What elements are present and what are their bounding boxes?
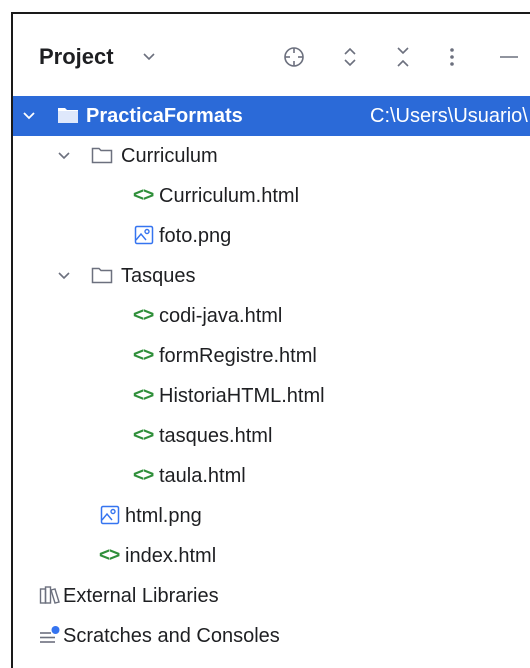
expand-collapse-icon[interactable] bbox=[340, 45, 360, 69]
html-file-icon: <> bbox=[133, 305, 154, 326]
project-header: Project bbox=[13, 14, 530, 96]
chevron-down-icon[interactable] bbox=[142, 52, 156, 62]
library-icon bbox=[39, 586, 60, 604]
tree-item-html-png[interactable]: html.png bbox=[13, 496, 530, 536]
module-folder-icon bbox=[58, 108, 78, 123]
tree-item-taula-html[interactable]: <> taula.html bbox=[13, 456, 530, 496]
tree-item-label: index.html bbox=[125, 545, 217, 567]
tree-item-curriculum-html[interactable]: <> Curriculum.html bbox=[13, 176, 530, 216]
tree-item-curriculum-folder[interactable]: Curriculum bbox=[13, 136, 530, 176]
collapse-all-icon[interactable] bbox=[393, 45, 413, 69]
tree-item-label: Curriculum bbox=[121, 145, 218, 167]
tree-item-root[interactable]: PracticaFormats C:\Users\Usuario\ bbox=[13, 96, 530, 136]
html-file-icon: <> bbox=[133, 345, 154, 366]
project-tool-window: Project PracticaFormats C:\Users\Usuario… bbox=[11, 12, 530, 668]
tree-item-label: PracticaFormats bbox=[86, 105, 243, 127]
locate-icon[interactable] bbox=[282, 45, 306, 69]
tree-item-historiahtml-html[interactable]: <> HistoriaHTML.html bbox=[13, 376, 530, 416]
tree-item-label: codi-java.html bbox=[159, 305, 283, 327]
tree-item-index-html[interactable]: <> index.html bbox=[13, 536, 530, 576]
tree-item-label: External Libraries bbox=[63, 585, 219, 607]
scratches-icon bbox=[40, 626, 60, 643]
chevron-down-icon[interactable] bbox=[21, 108, 37, 124]
html-file-icon: <> bbox=[133, 465, 154, 486]
folder-icon bbox=[91, 147, 113, 164]
tree-item-formregistre-html[interactable]: <> formRegistre.html bbox=[13, 336, 530, 376]
tree-item-label: HistoriaHTML.html bbox=[159, 385, 325, 407]
tree-item-label: tasques.html bbox=[159, 425, 273, 447]
tree-item-label: Scratches and Consoles bbox=[63, 625, 280, 647]
tree-item-label: html.png bbox=[125, 505, 202, 527]
project-view-title[interactable]: Project bbox=[39, 44, 114, 70]
tree-item-foto-png[interactable]: foto.png bbox=[13, 216, 530, 256]
project-path: C:\Users\Usuario\ bbox=[370, 105, 528, 127]
tree-item-label: foto.png bbox=[159, 225, 232, 247]
minimize-icon[interactable] bbox=[497, 45, 521, 69]
chevron-down-icon[interactable] bbox=[56, 268, 72, 284]
tree-item-scratches-consoles[interactable]: Scratches and Consoles bbox=[13, 616, 530, 656]
tree-item-label: Tasques bbox=[121, 265, 196, 287]
tree-item-tasques-folder[interactable]: Tasques bbox=[13, 256, 530, 296]
image-file-icon bbox=[134, 225, 154, 245]
tree-item-label: formRegistre.html bbox=[159, 345, 317, 367]
html-file-icon: <> bbox=[99, 545, 120, 566]
more-options-icon[interactable] bbox=[447, 45, 457, 69]
tree-item-label: taula.html bbox=[159, 465, 246, 487]
tree-item-codi-java-html[interactable]: <> codi-java.html bbox=[13, 296, 530, 336]
tree-item-tasques-html[interactable]: <> tasques.html bbox=[13, 416, 530, 456]
image-file-icon bbox=[100, 505, 120, 525]
html-file-icon: <> bbox=[133, 185, 154, 206]
chevron-down-icon[interactable] bbox=[56, 148, 72, 164]
html-file-icon: <> bbox=[133, 385, 154, 406]
tree-item-label: Curriculum.html bbox=[159, 185, 300, 207]
folder-icon bbox=[91, 267, 113, 284]
tree-item-external-libraries[interactable]: External Libraries bbox=[13, 576, 530, 616]
html-file-icon: <> bbox=[133, 425, 154, 446]
